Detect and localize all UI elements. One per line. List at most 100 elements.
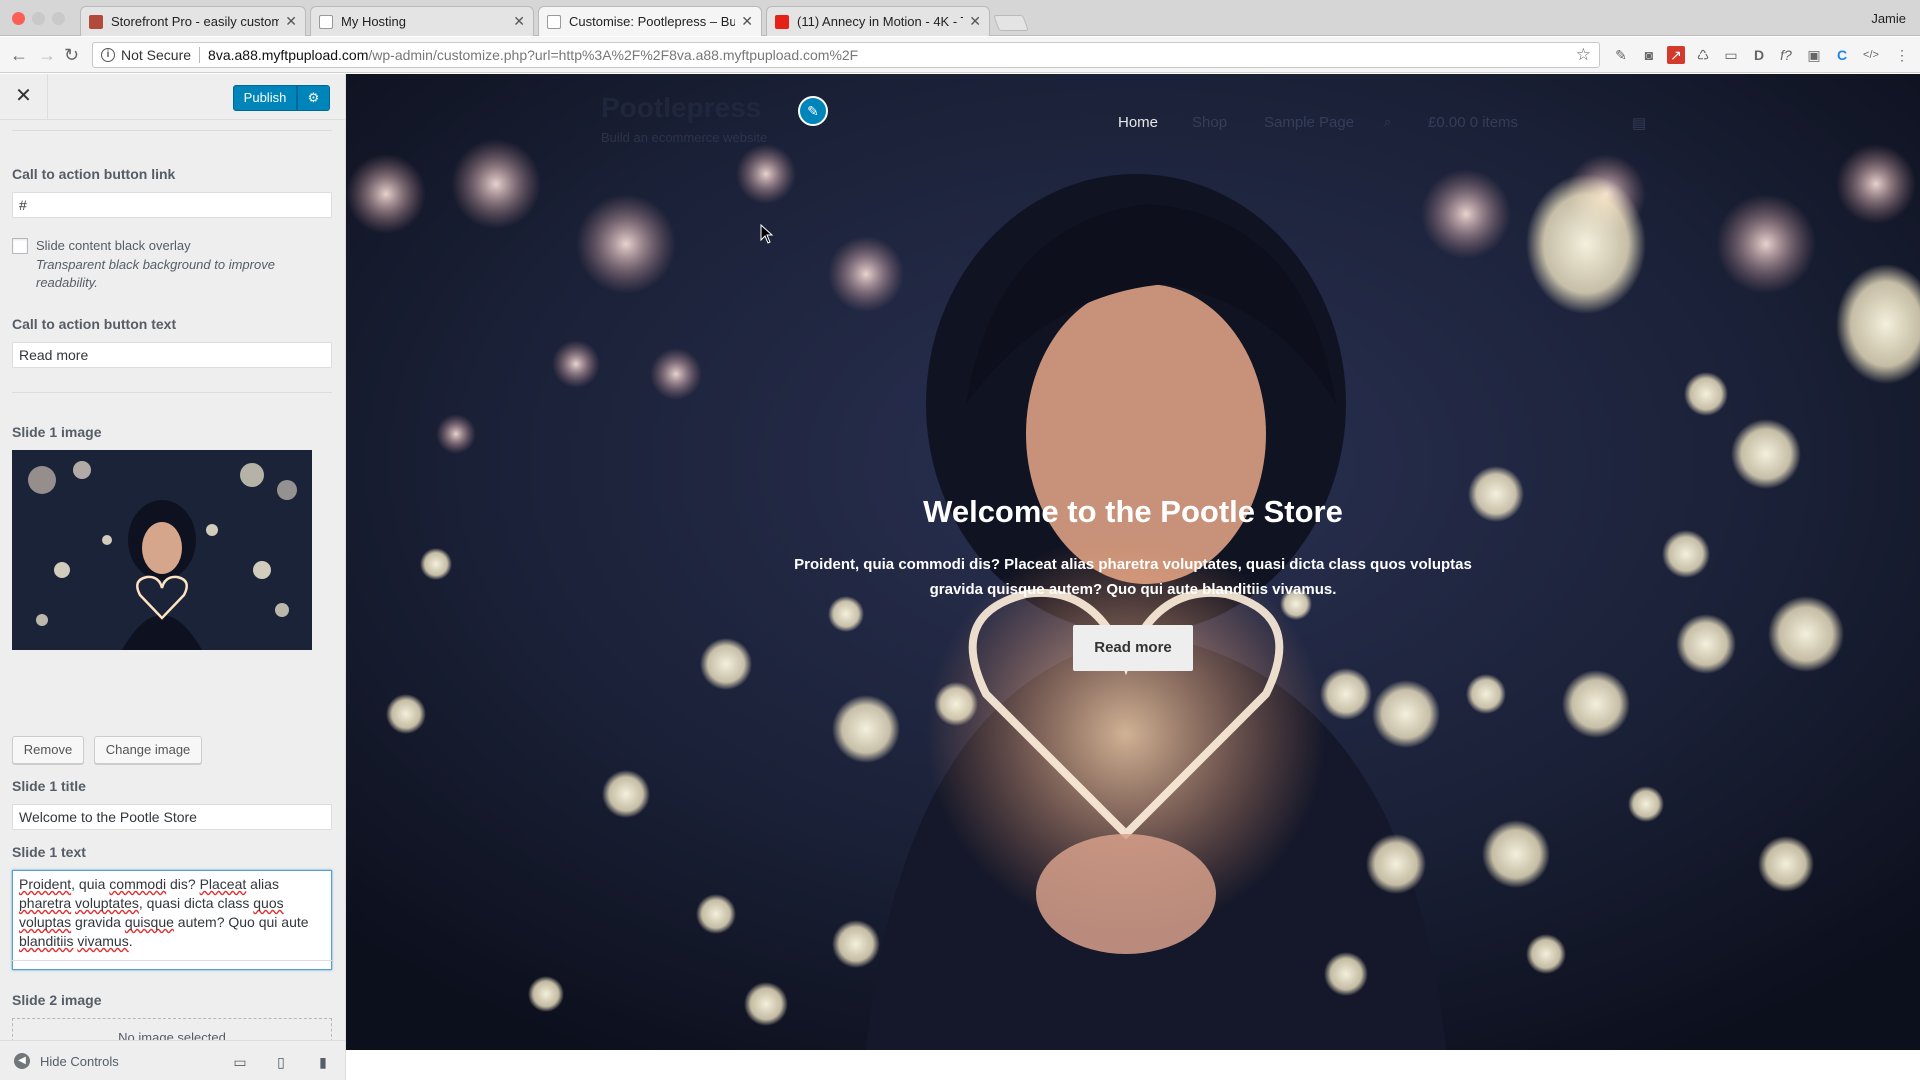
site-title[interactable]: Pootlepress bbox=[601, 92, 761, 124]
hero-title: Welcome to the Pootle Store bbox=[923, 494, 1343, 529]
new-tab-button[interactable] bbox=[993, 15, 1029, 31]
browser-tab[interactable]: Storefront Pro - easily custom ✕ bbox=[80, 6, 306, 36]
text-span: quisque bbox=[124, 914, 174, 930]
cast-icon[interactable]: ▭ bbox=[1722, 46, 1740, 64]
slide1-title-label: Slide 1 title bbox=[12, 778, 86, 794]
font-extension-icon[interactable]: f? bbox=[1777, 46, 1795, 64]
slide1-image-thumbnail[interactable] bbox=[12, 450, 312, 650]
change-image-button[interactable]: Change image bbox=[94, 736, 202, 764]
page-icon bbox=[547, 14, 561, 29]
security-label[interactable]: Not Secure bbox=[121, 47, 191, 63]
hide-controls-button[interactable]: ◀ Hide Controls bbox=[14, 1053, 119, 1069]
nav-item-home[interactable]: Home bbox=[1118, 114, 1158, 131]
cta-text-input[interactable]: Read more bbox=[12, 342, 332, 368]
close-tab-icon[interactable]: ✕ bbox=[285, 13, 297, 30]
browser-tab-active[interactable]: Customise: Pootlepress – Buil ✕ bbox=[538, 6, 762, 36]
overlay-label: Slide content black overlay bbox=[36, 238, 191, 253]
url-path: /wp-admin/customize.php?url=http%3A%2F%2… bbox=[368, 47, 859, 63]
overlay-description: Transparent black background to improve … bbox=[36, 257, 275, 290]
window-close-button[interactable] bbox=[12, 12, 25, 25]
slide1-title-input[interactable]: Welcome to the Pootle Store bbox=[12, 804, 332, 830]
overlay-checkbox[interactable] bbox=[12, 238, 28, 254]
browser-tab[interactable]: My Hosting ✕ bbox=[310, 6, 534, 36]
window-minimize-button[interactable] bbox=[32, 12, 45, 25]
hide-controls-label: Hide Controls bbox=[40, 1053, 119, 1069]
d-extension-icon[interactable]: D bbox=[1750, 46, 1768, 64]
camera-icon[interactable]: ◙ bbox=[1640, 46, 1658, 64]
nav-item-shop[interactable]: Shop bbox=[1192, 114, 1227, 131]
desktop-preview-icon[interactable]: ▭ bbox=[232, 1054, 248, 1070]
close-customizer-icon[interactable]: ✕ bbox=[0, 74, 48, 120]
text-span: gravida bbox=[71, 914, 125, 930]
divider bbox=[12, 392, 332, 393]
text-span: voluptates bbox=[75, 895, 139, 911]
text-span: pharetra bbox=[19, 895, 72, 911]
menu-dots-icon[interactable]: ⋮ bbox=[1893, 46, 1911, 64]
favicon-icon bbox=[89, 14, 103, 29]
preview-bottom-strip bbox=[346, 1050, 1920, 1080]
browser-tab[interactable]: (11) Annecy in Motion - 4K - T ✕ bbox=[766, 6, 990, 36]
forward-arrow-icon[interactable]: → bbox=[38, 45, 56, 65]
mouse-cursor-icon bbox=[760, 224, 774, 244]
site-tagline: Build an ecommerce website bbox=[601, 130, 768, 145]
recycle-icon[interactable]: ♺ bbox=[1694, 46, 1712, 64]
tablet-preview-icon[interactable]: ▯ bbox=[273, 1054, 289, 1070]
customizer-sidebar: ✕ Publish ⚙ Call to action button link #… bbox=[0, 74, 346, 1080]
divider bbox=[199, 47, 201, 63]
customizer-header: ✕ Publish ⚙ bbox=[0, 74, 345, 120]
publish-button[interactable]: Publish bbox=[233, 85, 297, 111]
cta-text-label: Call to action button text bbox=[12, 316, 177, 332]
chart-extension-icon[interactable]: ↗ bbox=[1667, 46, 1685, 64]
text-span: . bbox=[128, 933, 133, 949]
hero-read-more-button[interactable]: Read more bbox=[1073, 625, 1193, 671]
text-span: , quia bbox=[71, 876, 110, 892]
text-span: alias bbox=[246, 876, 279, 892]
collapse-arrow-icon: ◀ bbox=[14, 1053, 30, 1069]
slide2-image-label: Slide 2 image bbox=[12, 992, 102, 1008]
browser-toolbar: ← → ↻ i Not Secure 8va.a88.myftpupload.c… bbox=[0, 37, 1920, 73]
slide1-image-label: Slide 1 image bbox=[12, 424, 102, 440]
slide1-text-label: Slide 1 text bbox=[12, 844, 86, 860]
remove-image-button[interactable]: Remove bbox=[12, 736, 84, 764]
edit-pencil-icon[interactable]: ✎ bbox=[798, 96, 828, 126]
briefcase-icon[interactable]: ▣ bbox=[1805, 46, 1823, 64]
profile-name[interactable]: Jamie bbox=[1871, 11, 1906, 26]
page-icon bbox=[319, 14, 333, 29]
mobile-preview-icon[interactable]: ▮ bbox=[315, 1054, 331, 1070]
site-preview[interactable]: Pootlepress Build an ecommerce website ✎… bbox=[346, 74, 1920, 1050]
eyedropper-icon[interactable]: ✎ bbox=[1612, 46, 1630, 64]
address-bar[interactable]: i Not Secure 8va.a88.myftpupload.com /wp… bbox=[92, 42, 1600, 68]
info-icon[interactable]: i bbox=[101, 48, 115, 62]
close-tab-icon[interactable]: ✕ bbox=[969, 13, 981, 30]
tab-title: My Hosting bbox=[341, 14, 407, 29]
reload-icon[interactable]: ↻ bbox=[64, 45, 79, 65]
text-span: Placeat bbox=[199, 876, 247, 892]
window-maximize-button[interactable] bbox=[52, 12, 65, 25]
divider bbox=[12, 130, 332, 131]
tab-title: Storefront Pro - easily custom bbox=[111, 14, 280, 29]
publish-settings-gear-icon[interactable]: ⚙ bbox=[297, 85, 330, 111]
close-tab-icon[interactable]: ✕ bbox=[513, 13, 525, 30]
code-icon[interactable]: </> bbox=[1862, 46, 1880, 64]
cta-link-input[interactable]: # bbox=[12, 192, 332, 218]
text-span: dis? bbox=[166, 876, 200, 892]
tab-title: Customise: Pootlepress – Buil bbox=[569, 14, 736, 29]
cart-total[interactable]: £0.00 0 items bbox=[1428, 114, 1518, 131]
cart-icon[interactable]: ▤ bbox=[1632, 114, 1646, 132]
youtube-icon bbox=[775, 14, 789, 29]
close-tab-icon[interactable]: ✕ bbox=[741, 13, 753, 30]
text-span: blanditiis bbox=[19, 933, 74, 949]
browser-tab-strip: Storefront Pro - easily custom ✕ My Host… bbox=[0, 0, 1920, 36]
cta-link-label: Call to action button link bbox=[12, 166, 176, 182]
slide1-text-textarea[interactable]: Proident, quia commodi dis? Placeat alia… bbox=[12, 870, 332, 970]
divider bbox=[12, 960, 332, 961]
c-extension-icon[interactable]: C bbox=[1833, 46, 1851, 64]
slide-photo-thumbnail bbox=[12, 450, 312, 650]
search-icon[interactable]: ⌕ bbox=[1384, 114, 1391, 130]
back-arrow-icon[interactable]: ← bbox=[10, 45, 28, 65]
hero-text: Proident, quia commodi dis? Placeat alia… bbox=[794, 556, 1472, 598]
nav-item-sample-page[interactable]: Sample Page bbox=[1264, 114, 1354, 131]
text-span: , quasi dicta class bbox=[138, 895, 254, 911]
bookmark-star-icon[interactable]: ☆ bbox=[1576, 45, 1591, 65]
text-span: vivamus bbox=[77, 933, 129, 949]
